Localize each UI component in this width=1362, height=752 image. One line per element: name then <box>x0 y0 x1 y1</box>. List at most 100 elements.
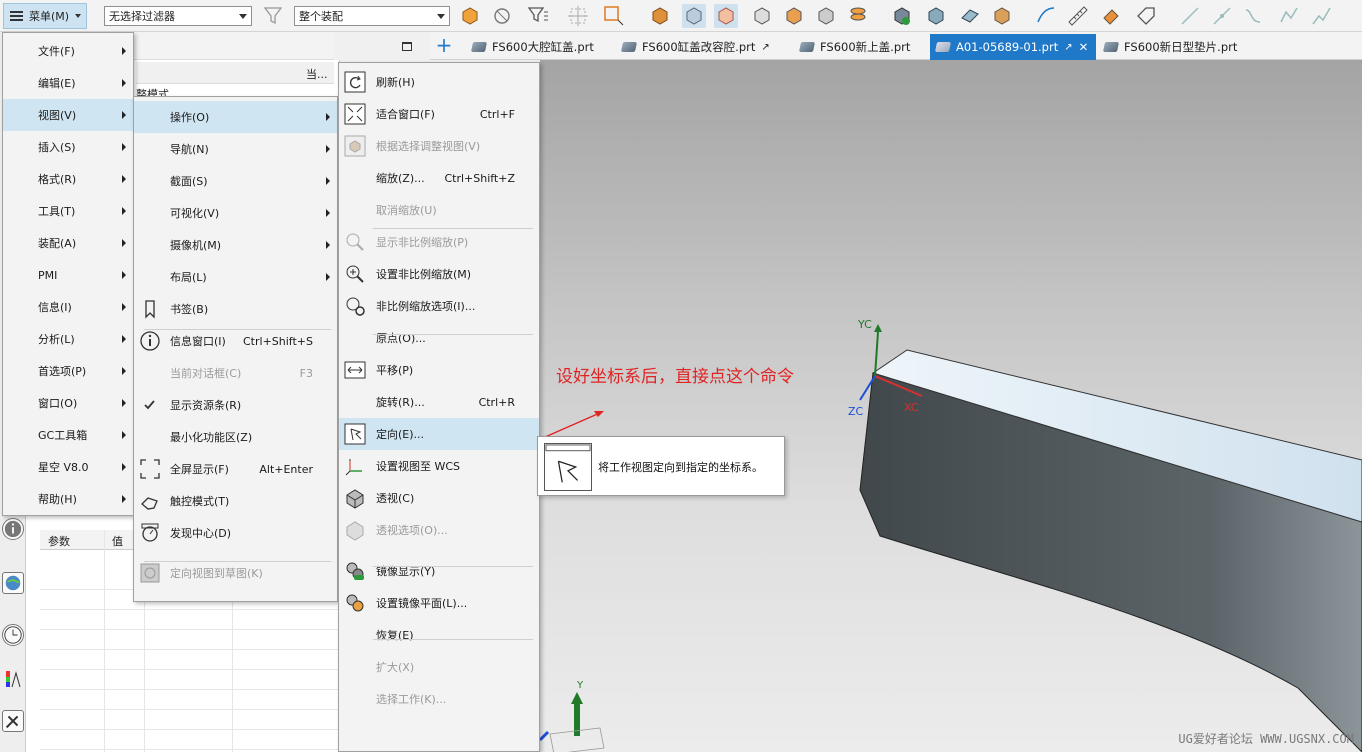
tab-fs600-new-gasket[interactable]: FS600新日型垫片.prt <box>1098 34 1243 60</box>
line-icon[interactable] <box>1178 4 1202 28</box>
main-menu-item-2[interactable]: 视图(V) <box>3 99 133 131</box>
operation-menu-item-17[interactable]: 恢复(E) <box>339 619 539 651</box>
operation-menu-item-0[interactable]: 刷新(H) <box>339 66 539 98</box>
tab-fs600-large-cylinder-head[interactable]: FS600大腔缸盖.prt <box>466 34 600 60</box>
view-menu-item-0[interactable]: 操作(O) <box>134 101 337 133</box>
sketch-orient-icon <box>140 563 160 583</box>
front-view-icon[interactable] <box>782 4 806 28</box>
tab-fs600-new-top-cover[interactable]: FS600新上盖.prt <box>794 34 916 60</box>
view-menu-item-5[interactable]: 布局(L) <box>134 261 337 293</box>
tab-a01-05689-01[interactable]: A01-05689-01.prt ↗ ✕ <box>930 34 1096 60</box>
filter-reset-icon[interactable] <box>262 4 286 28</box>
maximize-icon[interactable] <box>402 42 412 51</box>
menu-item-label: 摄像机(M) <box>170 239 222 252</box>
menu-item-label: 透视选项(O)... <box>376 524 448 537</box>
layer-settings-icon[interactable] <box>846 4 870 28</box>
menu-item-label: 格式(R) <box>38 173 77 186</box>
show-hide-icon[interactable] <box>648 4 672 28</box>
main-menu-item-5[interactable]: 工具(T) <box>3 195 133 227</box>
tools-icon[interactable] <box>2 710 24 732</box>
close-tab-icon[interactable]: ✕ <box>1079 40 1089 54</box>
column-header-parameter[interactable]: 参数 <box>48 533 70 549</box>
main-menu-item-7[interactable]: PMI <box>3 259 133 291</box>
selection-filter-combo[interactable]: 无选择过滤器 <box>104 6 252 26</box>
graphics-viewport[interactable]: YC XC ZC Y <box>540 60 1362 752</box>
view-cube-icon[interactable] <box>750 4 774 28</box>
spline-icon[interactable] <box>1278 4 1302 28</box>
measure-distance-icon[interactable] <box>1066 4 1090 28</box>
info-icon[interactable] <box>2 518 24 540</box>
view-menu-item-13[interactable]: 发现中心(D) <box>134 517 337 549</box>
assembly-load-icon[interactable] <box>890 4 914 28</box>
view-menu-item-11[interactable]: 全屏显示(F) Alt+Enter <box>134 453 337 485</box>
edit-feature-icon[interactable] <box>1100 4 1124 28</box>
polyline-icon[interactable] <box>1310 4 1334 28</box>
snap-point-icon[interactable] <box>566 4 590 28</box>
selection-scope-combo[interactable]: 整个装配 <box>294 6 450 26</box>
navigator-column-header[interactable]: 当... <box>136 62 334 84</box>
constraint-icon[interactable] <box>958 4 982 28</box>
wireframe-view-icon[interactable] <box>714 4 738 28</box>
menu-item-label: 插入(S) <box>38 141 76 154</box>
curve-icon[interactable] <box>1242 4 1266 28</box>
main-menu-item-11[interactable]: 窗口(O) <box>3 387 133 419</box>
palette-icon[interactable] <box>2 668 24 690</box>
operation-menu-item-8[interactable]: 原点(O)... <box>339 322 539 354</box>
assembly-select-icon[interactable] <box>490 4 514 28</box>
view-menu-item-12[interactable]: 触控模式(T) <box>134 485 337 517</box>
column-header-value[interactable]: 值 <box>112 533 123 549</box>
menu-item-shortcut: Ctrl+R <box>478 395 515 409</box>
new-tab-button[interactable]: + <box>434 35 454 56</box>
select-feature-icon[interactable] <box>458 4 482 28</box>
operation-menu-item-15[interactable]: 镜像显示(Y) <box>339 555 539 587</box>
history-clock-icon[interactable] <box>2 624 24 646</box>
main-menu-item-4[interactable]: 格式(R) <box>3 163 133 195</box>
operation-menu-item-3[interactable]: 缩放(Z)... Ctrl+Shift+Z <box>339 162 539 194</box>
sketch-icon[interactable] <box>1034 4 1058 28</box>
hamburger-icon <box>10 11 23 21</box>
operation-menu-item-11[interactable]: 定向(E)... <box>339 418 539 450</box>
main-menu-item-13[interactable]: 星空 V8.0 <box>3 451 133 483</box>
operation-menu-item-16[interactable]: 设置镜像平面(L)... <box>339 587 539 619</box>
main-menu-item-1[interactable]: 编辑(E) <box>3 67 133 99</box>
nonuniform-set-icon <box>346 265 364 283</box>
component-icon[interactable] <box>924 4 948 28</box>
operation-menu-item-9[interactable]: 平移(P) <box>339 354 539 386</box>
main-menu-item-6[interactable]: 装配(A) <box>3 227 133 259</box>
reference-set-icon[interactable] <box>990 4 1014 28</box>
main-menu-item-9[interactable]: 分析(L) <box>3 323 133 355</box>
main-menu-item-10[interactable]: 首选项(P) <box>3 355 133 387</box>
operation-menu-item-6[interactable]: 设置非比例缩放(M) <box>339 258 539 290</box>
view-menu-item-10[interactable]: 最小化功能区(Z) <box>134 421 337 453</box>
tab-fs600-cylinder-head-modified[interactable]: FS600缸盖改容腔.prt ↗ <box>616 34 776 60</box>
main-menu-item-3[interactable]: 插入(S) <box>3 131 133 163</box>
submenu-arrow-icon <box>326 273 330 281</box>
line-tangent-icon[interactable] <box>1210 4 1234 28</box>
main-menu-item-12[interactable]: GC工具箱 <box>3 419 133 451</box>
view-menu-item-4[interactable]: 摄像机(M) <box>134 229 337 261</box>
operation-menu-item-12[interactable]: 设置视图至 WCS <box>339 450 539 482</box>
operation-menu-item-1[interactable]: 适合窗口(F) Ctrl+F <box>339 98 539 130</box>
main-menu-item-14[interactable]: 帮助(H) <box>3 483 133 515</box>
main-menu-item-8[interactable]: 信息(I) <box>3 291 133 323</box>
type-filter-icon[interactable] <box>526 4 550 28</box>
view-menu-item-9[interactable]: 显示资源条(R) <box>134 389 337 421</box>
operation-menu: 刷新(H) 适合窗口(F) Ctrl+F 根据选择调整视图(V) 缩放(Z)... Ctr… <box>338 62 540 752</box>
tag-icon[interactable] <box>1134 4 1158 28</box>
menu-item-label: 平移(P) <box>376 364 414 377</box>
view-menu-item-2[interactable]: 截面(S) <box>134 165 337 197</box>
rectangle-select-icon[interactable] <box>602 4 626 28</box>
top-view-icon[interactable] <box>814 4 838 28</box>
shaded-view-icon[interactable] <box>682 4 706 28</box>
globe-icon[interactable] <box>2 572 24 594</box>
operation-menu-item-7[interactable]: 非比例缩放选项(I)... <box>339 290 539 322</box>
main-menu-item-0[interactable]: 文件(F) <box>3 35 133 67</box>
annotation-arrowhead <box>594 411 604 417</box>
main-menu-button[interactable]: 菜单(M) <box>3 3 87 29</box>
operation-menu-item-10[interactable]: 旋转(R)... Ctrl+R <box>339 386 539 418</box>
menu-item-label: 信息窗口(I) <box>170 335 226 348</box>
view-menu-item-6[interactable]: 书签(B) <box>134 293 337 325</box>
view-menu-item-3[interactable]: 可视化(V) <box>134 197 337 229</box>
operation-menu-item-13[interactable]: 透视(C) <box>339 482 539 514</box>
view-menu-item-1[interactable]: 导航(N) <box>134 133 337 165</box>
